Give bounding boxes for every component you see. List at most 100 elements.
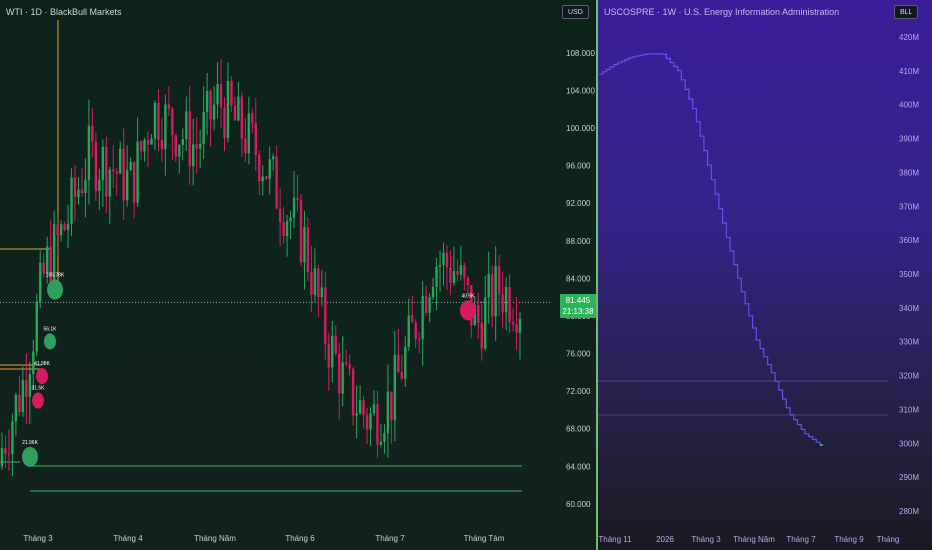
candle-body	[195, 144, 198, 149]
candle-body	[484, 297, 487, 349]
candle-body	[223, 107, 226, 139]
candle-body	[237, 96, 240, 121]
value-tick-label: 390M	[899, 135, 919, 144]
candle-body	[167, 104, 171, 109]
candle-body	[230, 80, 233, 107]
uscospre-chart-pane[interactable]: 420M 410M 400M 390M 380M 370M 360M 350M 340M 330M…	[598, 0, 932, 550]
candle-body	[351, 368, 355, 416]
candle-body	[449, 267, 452, 284]
candle-body	[331, 335, 334, 368]
candle-body	[442, 252, 445, 266]
wti-candlestick-chart[interactable]: 108.000 104.000 100.000 96.000 92.000 88.000 8…	[0, 0, 597, 550]
value-tick-label: 370M	[899, 202, 919, 211]
candle-body	[299, 199, 303, 263]
candle-body	[108, 169, 111, 197]
candle-body	[143, 139, 146, 152]
candle-body	[56, 224, 59, 236]
candle-body	[198, 143, 202, 149]
date-tick-label: Tháng 7	[786, 535, 816, 544]
candle-body	[428, 297, 431, 313]
candle-body	[358, 400, 362, 414]
candle-body	[508, 287, 511, 323]
candle-body	[171, 108, 174, 136]
candle-body	[35, 301, 38, 352]
candle-body	[226, 80, 230, 139]
candle-body	[125, 170, 129, 201]
last-price-value: 81.445	[565, 296, 591, 305]
candle-body	[136, 141, 139, 203]
candle-body	[14, 394, 18, 422]
candle-body	[459, 265, 463, 275]
unit-button[interactable]: BLL	[894, 5, 919, 19]
candle-body	[112, 169, 115, 172]
candle-body	[338, 353, 341, 394]
date-tick-label: 2026	[656, 535, 674, 544]
candle-body	[497, 265, 501, 294]
candle-body	[209, 90, 212, 120]
candle-body	[393, 354, 397, 420]
candle-body	[254, 123, 257, 155]
candle-body	[94, 141, 98, 191]
candle-body	[390, 391, 393, 420]
price-tick-label: 64.000	[566, 462, 591, 471]
candle-body	[477, 305, 480, 324]
price-tick-label: 72.000	[566, 387, 591, 396]
candle-body	[146, 139, 150, 145]
candle-body	[11, 421, 14, 455]
value-tick-label: 330M	[899, 338, 919, 347]
price-tick-label: 68.000	[566, 425, 591, 434]
candle-body	[87, 125, 91, 181]
candle-body	[327, 343, 330, 368]
date-tick-label: Tháng 11	[598, 535, 632, 544]
candle-body	[463, 265, 466, 278]
candle-body	[404, 346, 407, 379]
date-tick-label: Tháng 3	[691, 535, 721, 544]
value-tick-label: 420M	[899, 33, 919, 42]
candle-body	[63, 224, 66, 231]
value-tick-label: 300M	[899, 439, 919, 448]
wti-chart-pane[interactable]: 108.000 104.000 100.000 96.000 92.000 88.000 8…	[0, 0, 597, 550]
candle-body	[414, 322, 417, 339]
candle-body	[421, 295, 424, 340]
candle-body	[435, 266, 438, 288]
price-tick-label: 100.000	[566, 124, 595, 133]
candle-body	[501, 293, 504, 313]
volume-marker-label: 31.5K	[31, 386, 45, 392]
uscospre-line-chart[interactable]: 420M 410M 400M 390M 380M 370M 360M 350M 340M 330M…	[598, 0, 932, 550]
candle-body	[188, 111, 191, 167]
price-tick-label: 60.000	[566, 500, 591, 509]
candle-body	[317, 268, 320, 297]
candle-body	[445, 252, 449, 268]
candle-body	[466, 277, 470, 286]
candle-body	[438, 265, 442, 267]
volume-marker	[460, 300, 476, 321]
candle-body	[518, 318, 522, 333]
currency-button[interactable]: USD	[562, 5, 589, 19]
candle-body	[285, 221, 289, 236]
candle-body	[157, 102, 160, 140]
value-tick-label: 360M	[899, 236, 919, 245]
candle-body	[386, 391, 390, 433]
candle-body	[105, 146, 108, 197]
candle-body	[431, 287, 435, 298]
candle-body	[181, 139, 184, 145]
candle-body	[219, 84, 223, 108]
date-tick-label: Tháng 4	[113, 534, 143, 543]
candle-body	[185, 111, 188, 140]
candle-body	[369, 413, 372, 430]
value-tick-label: 320M	[899, 372, 919, 381]
volume-marker-label: 40.5K	[461, 293, 475, 299]
volume-marker	[22, 446, 38, 467]
candle-body	[376, 404, 379, 445]
candle-body	[216, 84, 219, 105]
date-tick-label: Tháng Năm	[194, 534, 236, 543]
value-tick-label: 400M	[899, 101, 919, 110]
candle-body	[292, 197, 296, 218]
candle-body	[4, 448, 7, 454]
candle-body	[268, 159, 271, 179]
wti-chart-title: WTI · 1D · BlackBull Markets	[6, 7, 122, 17]
candle-body	[487, 274, 490, 298]
candle-body	[178, 144, 181, 157]
value-tick-label: 350M	[899, 270, 919, 279]
candle-body	[192, 144, 195, 167]
